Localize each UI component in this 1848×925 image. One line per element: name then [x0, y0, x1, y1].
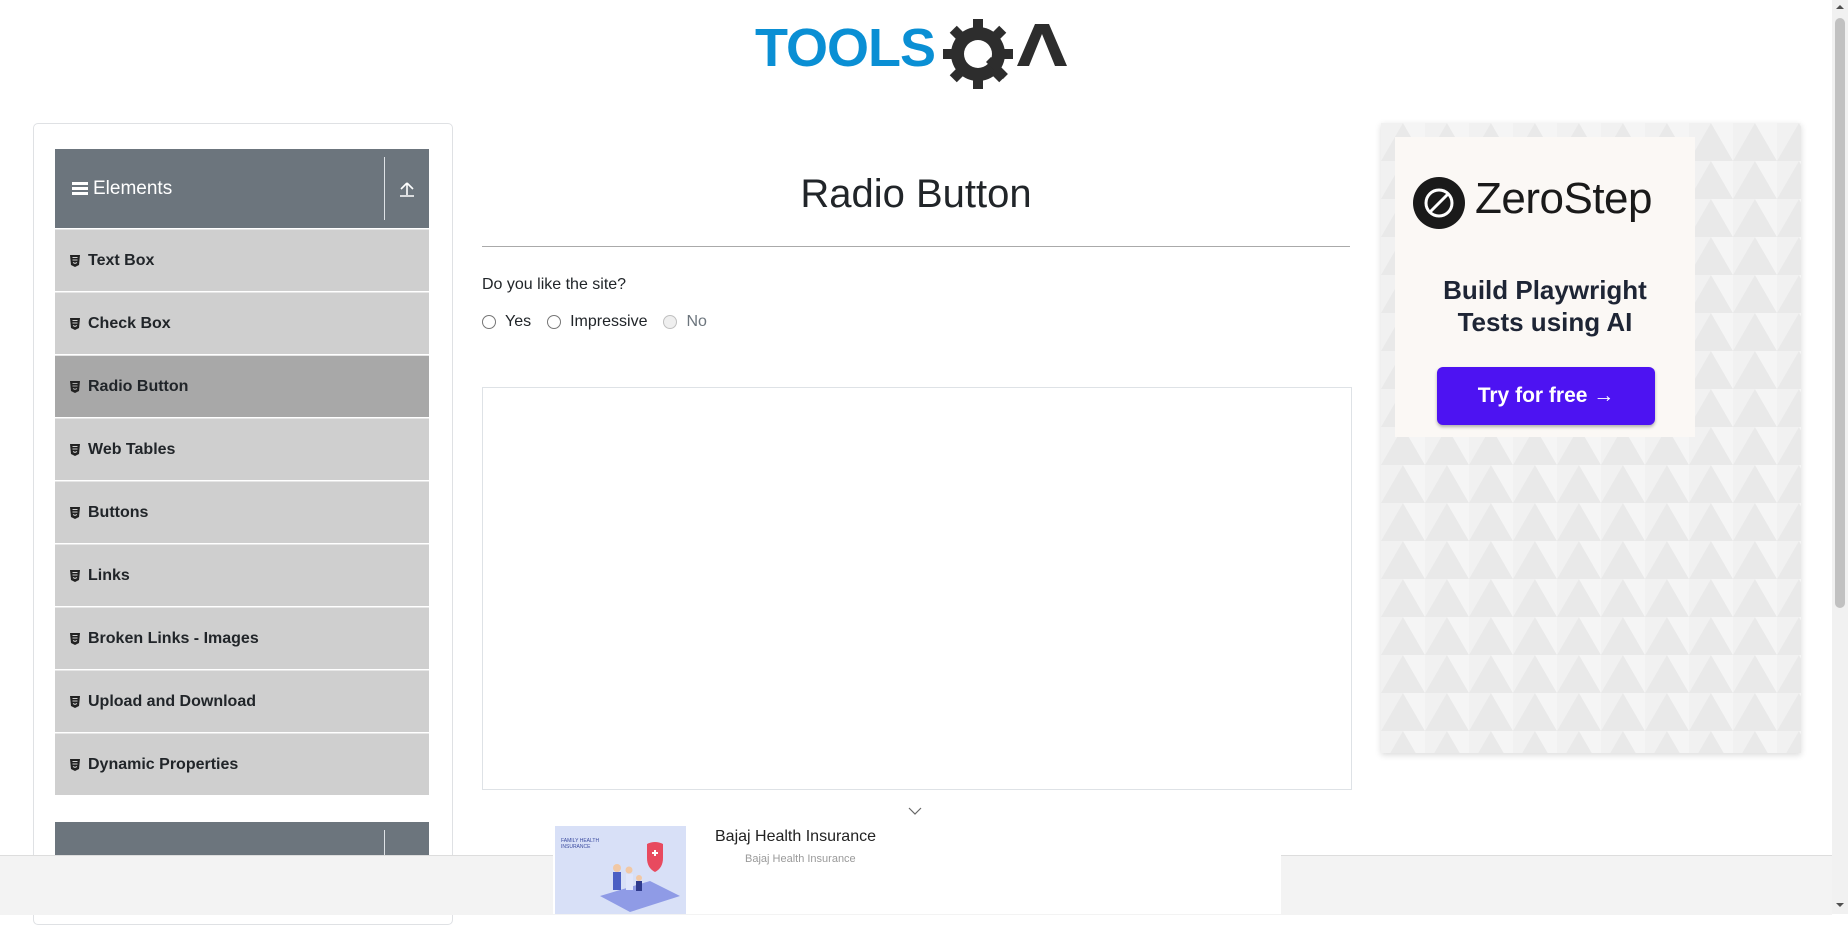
header-divider: [384, 157, 385, 220]
sidebar-item-web-tables[interactable]: Web Tables: [55, 418, 429, 481]
elements-group-header[interactable]: Elements: [55, 149, 429, 228]
content-ad-frame: [482, 387, 1352, 790]
html5-icon: [70, 254, 80, 267]
html5-icon: [70, 380, 80, 393]
sidebar-item-check-box[interactable]: Check Box: [55, 292, 429, 355]
right-sidebar-ad[interactable]: ZeroStep Build Playwright Tests using AI…: [1381, 123, 1801, 753]
radio-question: Do you like the site?: [482, 276, 627, 293]
radio-label-yes[interactable]: Yes: [505, 313, 531, 331]
sidebar-item-label: Dynamic Properties: [88, 755, 239, 773]
html5-icon: [70, 443, 80, 456]
sidebar-item-upload-download[interactable]: Upload and Download: [55, 670, 429, 733]
tagline-line-1: Build Playwright: [1443, 275, 1647, 305]
ad-title[interactable]: Bajaj Health Insurance: [715, 828, 876, 846]
group-title: Elements: [93, 177, 173, 199]
scroll-up-arrow-icon[interactable]: [1835, 2, 1845, 12]
sidebar-item-label: Web Tables: [88, 440, 176, 458]
logo-text-tools: TOOLS: [755, 18, 935, 78]
zerostep-tagline: Build Playwright Tests using AI: [1395, 274, 1695, 338]
sidebar-item-label: Links: [88, 566, 130, 584]
sidebar-item-text-box[interactable]: Text Box: [55, 229, 429, 292]
radio-circle-impressive[interactable]: [547, 315, 562, 329]
sidebar-item-links[interactable]: Links: [55, 544, 429, 607]
html5-icon: [70, 506, 80, 519]
radio-group: Yes Impressive No: [482, 313, 723, 331]
zerostep-logo-icon: [1413, 177, 1465, 229]
gear-icon: [943, 19, 1013, 89]
tagline-line-2: Tests using AI: [1457, 307, 1633, 337]
sidebar-item-buttons[interactable]: Buttons: [55, 481, 429, 544]
sidebar-item-label: Text Box: [88, 251, 155, 269]
scrollbar-thumb[interactable]: [1835, 18, 1845, 608]
title-divider: [482, 246, 1350, 247]
sidebar-item-label: Buttons: [88, 503, 149, 521]
radio-label-impressive[interactable]: Impressive: [570, 313, 647, 331]
toolsqa-logo[interactable]: TOOLS: [755, 14, 1080, 94]
sidebar-item-label: Broken Links - Images: [88, 629, 259, 647]
scroll-down-arrow-icon[interactable]: [1835, 900, 1845, 910]
bottom-banner-ad[interactable]: FAMILY HEALTH INSURANCE Bajaj Health Ins…: [553, 818, 1281, 914]
html5-icon: [70, 569, 80, 582]
radio-impressive[interactable]: Impressive: [547, 313, 647, 331]
html5-icon: [70, 317, 80, 330]
radio-label-no: No: [686, 313, 707, 330]
elements-menu: Text Box Check Box Radio Button Web Tabl…: [55, 229, 429, 796]
radio-yes[interactable]: Yes: [482, 313, 531, 331]
insurance-ad-image: FAMILY HEALTH INSURANCE: [555, 826, 686, 914]
zerostep-ad-card[interactable]: ZeroStep Build Playwright Tests using AI…: [1395, 137, 1695, 437]
html5-icon: [70, 758, 80, 771]
hamburger-icon: [72, 181, 88, 196]
page-scrollbar[interactable]: [1832, 0, 1848, 914]
sidebar-item-radio-button[interactable]: Radio Button: [55, 355, 429, 418]
html5-icon: [70, 695, 80, 708]
radio-no: No: [663, 313, 707, 331]
sidebar-item-label: Check Box: [88, 314, 171, 332]
sidebar-item-broken-links[interactable]: Broken Links - Images: [55, 607, 429, 670]
chevron-down-icon[interactable]: [908, 806, 922, 816]
ad-subtitle: Bajaj Health Insurance: [745, 853, 856, 865]
sidebar-item-dynamic-properties[interactable]: Dynamic Properties: [55, 733, 429, 796]
collapse-upload-icon[interactable]: [395, 177, 419, 201]
svg-text:INSURANCE: INSURANCE: [561, 844, 591, 850]
html5-icon: [70, 632, 80, 645]
try-for-free-button[interactable]: Try for free →: [1437, 367, 1655, 425]
page-title: Radio Button: [800, 172, 1032, 216]
zerostep-brand: ZeroStep: [1475, 174, 1652, 223]
logo-letter-a: [1017, 24, 1067, 66]
radio-circle-yes[interactable]: [482, 315, 496, 329]
sidebar-item-label: Radio Button: [88, 377, 189, 395]
sidebar-item-label: Upload and Download: [88, 692, 256, 710]
radio-circle-no: [663, 315, 678, 329]
